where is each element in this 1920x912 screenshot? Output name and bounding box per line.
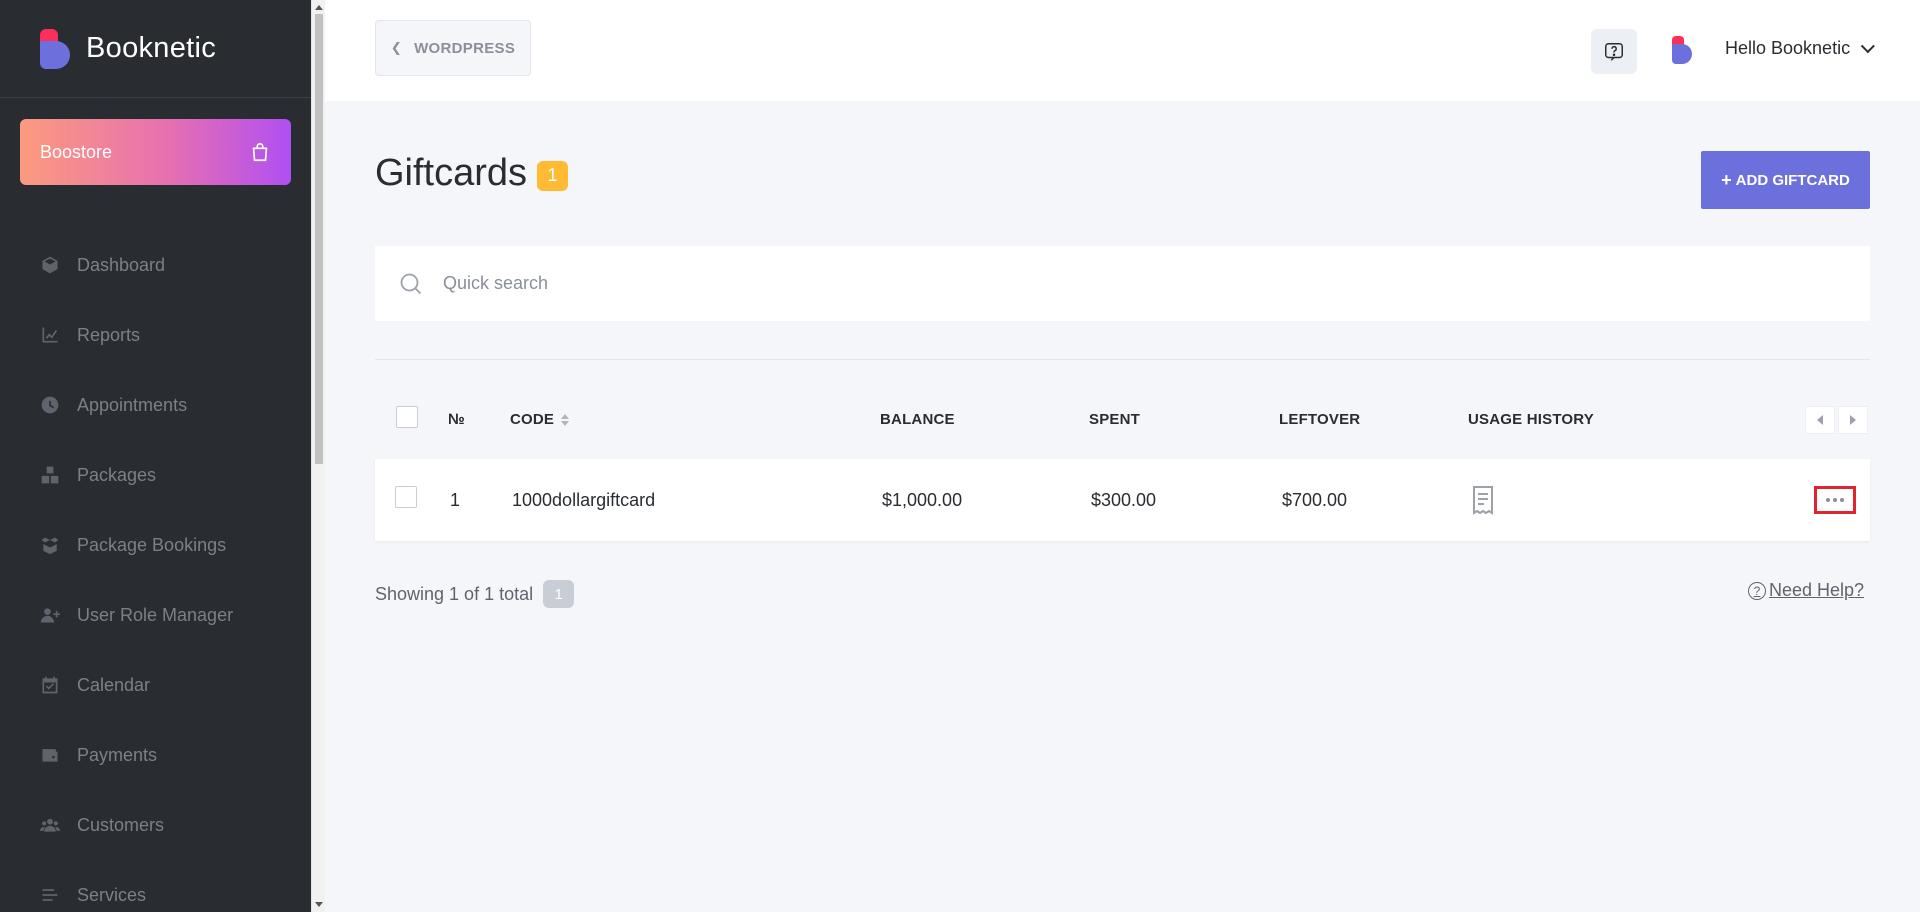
scrollbar-thumb[interactable] [315,14,323,464]
page-number-badge[interactable]: 1 [543,580,575,608]
need-help-label: Need Help? [1769,580,1865,600]
user-menu[interactable]: Hello Booknetic [1725,38,1875,59]
scroll-right-button[interactable] [1838,406,1868,434]
add-giftcard-button[interactable]: + ADD GIFTCARD [1701,151,1870,209]
user-plus-icon [40,605,60,625]
divider [375,359,1870,360]
chevron-left-icon: ❮ [390,40,403,55]
clock-icon [40,395,60,415]
sidebar-item-reports[interactable]: Reports [0,300,311,370]
sidebar-item-services[interactable]: Services [0,860,311,912]
sort-icon [561,413,570,426]
pagination-info: Showing 1 of 1 total 1 [375,580,575,608]
sidebar-item-packages[interactable]: Packages [0,440,311,510]
column-header-code-label: CODE [510,411,555,428]
cell-leftover: $700.00 [1282,490,1348,510]
cell-code: 1000dollargiftcard [512,490,656,510]
users-icon [40,815,60,835]
column-header-num: № [448,411,465,428]
sidebar-item-package-bookings[interactable]: Package Bookings [0,510,311,580]
sidebar-scrollbar[interactable] [311,0,325,912]
scroll-left-button[interactable] [1805,406,1835,434]
showing-text: Showing 1 of 1 total [375,583,534,604]
shopping-bag-icon [252,142,268,162]
booknetic-logo-icon [38,28,72,69]
sidebar-item-label: Payments [77,744,158,765]
sidebar-item-label: Customers [77,814,165,835]
table-header: № CODE BALANCE SPENT LEFTOVER USAGE HIST… [375,400,1870,440]
sidebar-item-dashboard[interactable]: Dashboard [0,230,311,300]
caret-right-icon [1850,415,1856,425]
sidebar-item-payments[interactable]: Payments [0,720,311,790]
ellipsis-dot-icon [1833,498,1837,502]
user-avatar[interactable] [1671,36,1693,64]
sidebar-item-label: User Role Manager [77,604,234,625]
question-chat-icon [1605,42,1623,61]
search-icon [400,273,422,294]
column-header-leftover: LEFTOVER [1279,411,1361,428]
sidebar-item-appointments[interactable]: Appointments [0,370,311,440]
table-row[interactable]: 1 1000dollargiftcard $1,000.00 $300.00 $… [375,459,1870,541]
cube-icon [40,255,60,275]
sidebar-item-label: Packages [77,464,157,485]
sidebar: Booknetic Boostore Dashboard Reports App… [0,0,311,912]
row-checkbox[interactable] [395,486,417,508]
brand[interactable]: Booknetic [0,0,311,98]
ellipsis-dot-icon [1840,498,1844,502]
wallet-icon [40,745,60,765]
boostore-label: Boostore [40,141,113,162]
box-open-icon [40,535,60,555]
sidebar-item-customers[interactable]: Customers [0,790,311,860]
boxes-icon [40,465,60,485]
sidebar-item-calendar[interactable]: Calendar [0,650,311,720]
search-input[interactable] [443,273,1743,294]
row-actions-more-button[interactable] [1814,486,1856,514]
sidebar-item-label: Calendar [77,674,151,695]
calendar-check-icon [40,675,60,695]
help-chat-button[interactable] [1591,29,1637,74]
ellipsis-dot-icon [1826,498,1830,502]
sidebar-item-label: Dashboard [77,254,166,275]
boostore-button[interactable]: Boostore [20,119,291,185]
list-icon [40,885,60,905]
sidebar-nav: Dashboard Reports Appointments Packages … [0,230,311,912]
top-bar: ❮ WORDPRESS Hello Booknetic [325,0,1920,101]
sidebar-item-label: Reports [77,324,141,345]
page-title-text: Giftcards [375,152,528,194]
user-greeting: Hello Booknetic [1725,38,1851,58]
add-giftcard-label: ADD GIFTCARD [1735,171,1850,189]
scroll-up-arrow-icon[interactable] [315,5,323,10]
caret-left-icon [1817,415,1823,425]
sidebar-item-label: Services [77,884,147,905]
column-header-spent: SPENT [1089,411,1141,428]
back-label: WORDPRESS [414,39,516,57]
cell-num: 1 [450,490,461,510]
column-header-usage-history: USAGE HISTORY [1468,411,1594,428]
sidebar-item-label: Package Bookings [77,534,227,555]
sidebar-item-label: Appointments [77,394,188,415]
chart-line-icon [40,325,60,345]
search-box [375,246,1870,321]
usage-history-receipt-icon[interactable] [1469,485,1497,515]
column-header-balance: BALANCE [880,411,955,428]
plus-icon: + [1721,169,1732,190]
select-all-checkbox[interactable] [396,406,418,428]
sidebar-item-user-role-manager[interactable]: User Role Manager [0,580,311,650]
column-header-code[interactable]: CODE [510,411,570,428]
question-circle-icon: ? [1748,581,1766,600]
count-badge: 1 [537,160,569,191]
scroll-down-arrow-icon[interactable] [315,902,323,907]
back-to-wordpress-button[interactable]: ❮ WORDPRESS [375,20,531,76]
need-help-link[interactable]: ? Need Help? [1748,580,1864,601]
chevron-down-icon [1860,38,1875,53]
page-title: Giftcards 1 [375,152,569,195]
brand-name: Booknetic [86,32,217,64]
cell-balance: $1,000.00 [882,490,963,510]
cell-spent: $300.00 [1091,490,1157,510]
